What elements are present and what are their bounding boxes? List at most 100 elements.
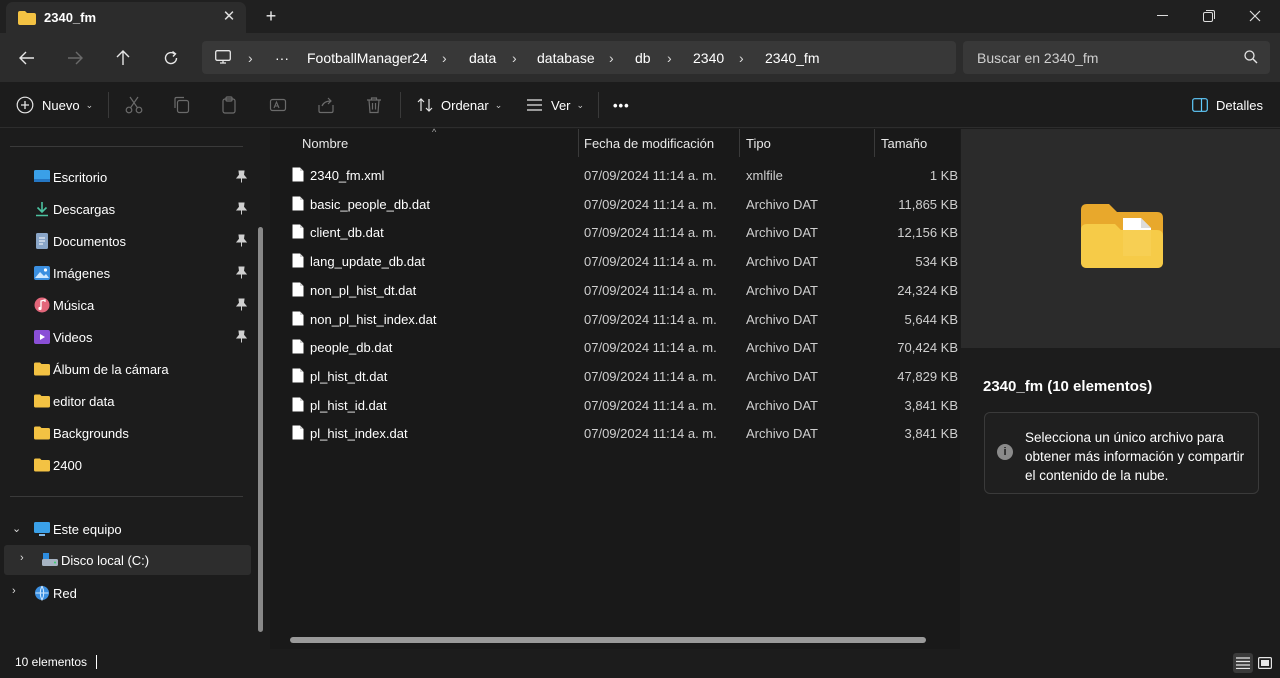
pin-icon[interactable] — [235, 234, 247, 247]
file-date: 07/09/2024 11:14 a. m. — [584, 254, 717, 270]
tiles-view-icon — [1258, 657, 1272, 669]
back-arrow-icon — [19, 51, 34, 65]
paste-icon[interactable] — [221, 96, 239, 114]
file-row[interactable]: non_pl_hist_dt.dat 07/09/2024 11:14 a. m.… — [270, 276, 960, 304]
breadcrumb-data[interactable]: data — [469, 50, 496, 66]
sidebar-divider — [10, 146, 243, 147]
column-header-type[interactable]: Tipo — [740, 129, 874, 157]
minimize-button[interactable] — [1139, 0, 1185, 32]
breadcrumb-2340[interactable]: 2340 — [693, 50, 724, 66]
chevron-right-icon[interactable]: › — [20, 552, 24, 564]
delete-icon[interactable] — [365, 96, 383, 114]
more-icon: ••• — [613, 97, 630, 113]
sidebar-item-musica[interactable]: Música — [0, 290, 252, 320]
pin-icon[interactable] — [235, 266, 247, 279]
sidebar-item-2400[interactable]: 2400 — [0, 450, 252, 480]
view-icon — [527, 99, 542, 111]
breadcrumb-footballmanager24[interactable]: FootballManager24 — [307, 50, 428, 66]
file-row[interactable]: non_pl_hist_index.dat 07/09/2024 11:14 a.… — [270, 305, 960, 333]
breadcrumb-db[interactable]: db — [635, 50, 651, 66]
restore-button[interactable] — [1186, 0, 1232, 32]
chevron-right-icon[interactable]: › — [12, 585, 16, 597]
item-count: 10 elementos — [15, 655, 88, 669]
close-window-button[interactable] — [1232, 0, 1278, 32]
breadcrumb-database[interactable]: database — [537, 50, 595, 66]
chevron-down-icon[interactable]: ⌄ — [12, 522, 21, 535]
sidebar-scrollbar[interactable] — [258, 227, 263, 632]
file-date: 07/09/2024 11:14 a. m. — [584, 282, 717, 298]
horizontal-scrollbar[interactable] — [290, 637, 926, 643]
sidebar-item-escritorio[interactable]: Escritorio — [0, 162, 252, 192]
search-input[interactable]: Buscar en 2340_fm — [963, 41, 1270, 74]
video-icon — [34, 330, 50, 344]
file-row[interactable]: pl_hist_dt.dat 07/09/2024 11:14 a. m. Arch… — [270, 362, 960, 390]
sidebar-item-editor-data[interactable]: editor data — [0, 386, 252, 416]
file-type: Archivo DAT — [746, 426, 818, 442]
pin-icon[interactable] — [235, 170, 247, 183]
details-pane-button[interactable]: Detalles — [1192, 95, 1263, 115]
search-placeholder: Buscar en 2340_fm — [977, 50, 1099, 66]
column-header-name[interactable]: Nombre ^ — [270, 127, 578, 157]
file-row[interactable]: 2340_fm.xml 07/09/2024 11:14 a. m. xmlfile… — [270, 161, 960, 189]
file-row[interactable]: basic_people_db.dat 07/09/2024 11:14 a. m… — [270, 190, 960, 218]
file-row[interactable]: people_db.dat 07/09/2024 11:14 a. m. Archi… — [270, 333, 960, 361]
file-type: Archivo DAT — [746, 397, 818, 413]
file-icon — [292, 425, 304, 440]
tab-2340-fm[interactable]: 2340_fm ✕ — [6, 2, 246, 33]
sidebar-item-album-de-la-camara[interactable]: Álbum de la cámara — [0, 354, 252, 384]
sidebar-item-label: Videos — [53, 330, 93, 345]
sidebar-item-label: Disco local (C:) — [61, 553, 150, 568]
back-button[interactable] — [14, 45, 40, 71]
file-date: 07/09/2024 11:14 a. m. — [584, 426, 717, 442]
sort-button[interactable]: Ordenar ⌄ — [417, 95, 502, 115]
sidebar-item-documentos[interactable]: Documentos — [0, 226, 252, 256]
sidebar-item-imagenes[interactable]: Imágenes — [0, 258, 252, 288]
sidebar-item-red[interactable]: › Red — [0, 578, 252, 608]
file-type: xmlfile — [746, 168, 783, 183]
breadcrumb-2340-fm[interactable]: 2340_fm — [765, 50, 819, 66]
new-tab-button[interactable]: + — [261, 5, 281, 27]
chevron-down-icon: ⌄ — [576, 99, 585, 110]
tab-close-icon[interactable]: ✕ — [220, 8, 238, 26]
copy-icon[interactable] — [173, 96, 191, 114]
forward-button[interactable] — [62, 45, 88, 71]
sidebar-item-label: Álbum de la cámara — [53, 362, 169, 377]
sidebar-item-este-equipo[interactable]: ⌄ Este equipo — [0, 514, 252, 544]
file-row[interactable]: pl_hist_id.dat 07/09/2024 11:14 a. m. Arch… — [270, 391, 960, 419]
sidebar-item-videos[interactable]: Videos — [0, 322, 252, 352]
view-button[interactable]: Ver ⌄ — [526, 95, 584, 115]
details-view-button[interactable] — [1233, 653, 1253, 673]
cut-icon[interactable] — [125, 96, 143, 114]
file-type: Archivo DAT — [746, 196, 818, 212]
file-icon — [292, 339, 304, 354]
file-row[interactable]: lang_update_db.dat 07/09/2024 11:14 a. m.… — [270, 247, 960, 275]
share-icon[interactable] — [317, 96, 335, 114]
column-header-size[interactable]: Tamaño — [875, 129, 960, 157]
up-button[interactable] — [110, 45, 136, 71]
file-size: 5,644 KB — [904, 311, 959, 327]
toolbar-divider — [108, 92, 109, 118]
pin-icon[interactable] — [235, 202, 247, 215]
file-type: Archivo DAT — [746, 225, 818, 241]
new-button[interactable]: Nuevo ⌄ — [16, 95, 93, 115]
column-header-date[interactable]: Fecha de modificación — [579, 129, 739, 157]
drive-icon — [42, 553, 58, 566]
pin-icon[interactable] — [235, 298, 247, 311]
minimize-icon — [1156, 15, 1168, 16]
sidebar-item-disco-local[interactable]: › Disco local (C:) — [4, 545, 251, 575]
tiles-view-button[interactable] — [1255, 653, 1275, 673]
sidebar-item-backgrounds[interactable]: Backgrounds — [0, 418, 252, 448]
status-divider — [96, 655, 97, 669]
file-row[interactable]: client_db.dat 07/09/2024 11:14 a. m. Archi… — [270, 218, 960, 246]
pin-icon[interactable] — [235, 330, 247, 343]
address-bar[interactable]: › ··· FootballManager24 › data › databas… — [202, 41, 956, 74]
tab-title: 2340_fm — [44, 10, 97, 25]
sidebar-item-label: Imágenes — [53, 266, 111, 281]
sidebar-item-descargas[interactable]: Descargas — [0, 194, 252, 224]
file-row[interactable]: pl_hist_index.dat 07/09/2024 11:14 a. m. A… — [270, 419, 960, 447]
refresh-button[interactable] — [158, 45, 184, 71]
file-icon — [292, 167, 304, 182]
more-options-button[interactable]: ••• — [613, 95, 630, 115]
breadcrumb-overflow[interactable]: ··· — [275, 50, 289, 66]
rename-icon[interactable] — [269, 96, 287, 114]
